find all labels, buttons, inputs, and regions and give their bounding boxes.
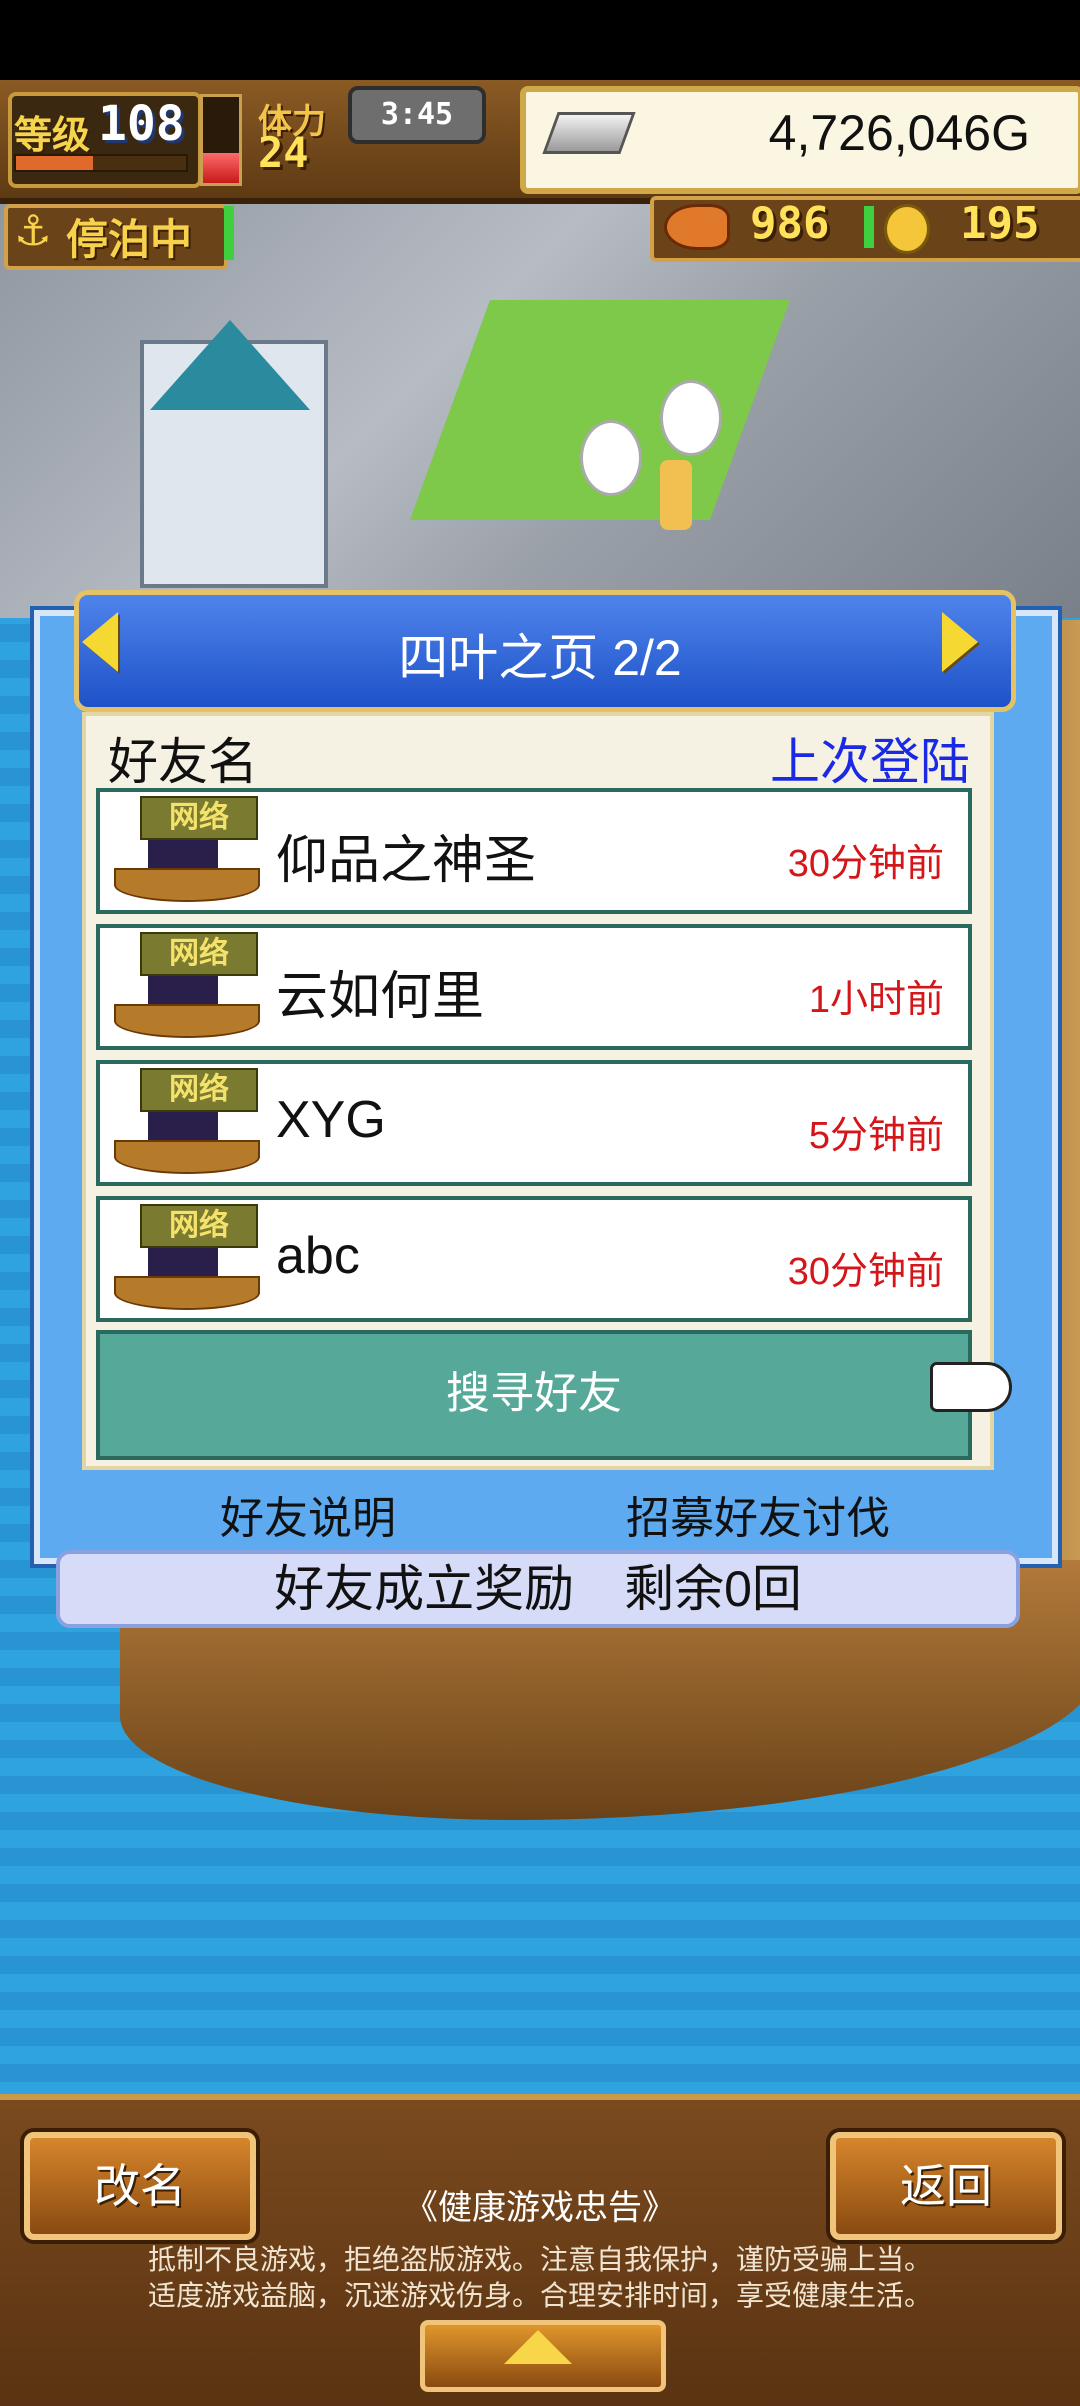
friend-help-button[interactable]: 好友说明: [220, 1482, 396, 1546]
friend-row[interactable]: 网络 abc 30分钟前: [96, 1196, 972, 1322]
gold-amount: 4,726,046G: [768, 105, 1030, 161]
prev-page-arrow-icon[interactable]: [82, 612, 118, 672]
exp-bar-fill: [16, 156, 93, 170]
stamina-value: 24: [258, 128, 309, 177]
friend-row[interactable]: 网络 云如何里 1小时前: [96, 924, 972, 1050]
search-friends-button[interactable]: 搜寻好友: [96, 1330, 972, 1460]
coin-icon: [884, 204, 930, 254]
network-badge: 网络: [140, 796, 258, 840]
stamina-gauge: [200, 94, 242, 186]
friend-reward-bar: 好友成立奖励 剩余0回: [56, 1550, 1020, 1628]
ship-body: [114, 1276, 260, 1310]
timer-display: 3:45: [348, 86, 486, 144]
last-login-time: 30分钟前: [787, 1251, 944, 1293]
health-notice-line: 抵制不良游戏，拒绝盗版游戏。注意自我保护，谨防受骗上当。: [147, 2244, 932, 2275]
last-login-time: 1小时前: [808, 979, 944, 1021]
pointing-hand-icon: [930, 1362, 1012, 1412]
friend-name: 云如何里: [276, 968, 485, 1026]
character-sprite: [660, 460, 692, 530]
last-login-time: 30分钟前: [787, 843, 944, 885]
level-value: 108: [98, 96, 185, 152]
health-notice-line: 适度游戏益脑，沉迷游戏伤身。合理安排时间，享受健康生活。: [147, 2280, 932, 2311]
health-notice-title: 《健康游戏忠告》: [404, 2189, 676, 2227]
fish-icon: [664, 204, 730, 250]
chevron-up-icon: [504, 2330, 572, 2364]
egg-sprite: [660, 380, 722, 456]
last-login-time: 5分钟前: [808, 1115, 944, 1157]
dialog-title: 四叶之页 2/2: [398, 630, 682, 686]
ship-avatar-icon: 网络: [110, 1066, 260, 1180]
coin-count: 195: [960, 198, 1040, 249]
column-header-name: 好友名: [108, 734, 258, 790]
fish-count: 986: [750, 198, 830, 249]
friend-row[interactable]: 网络 XYG 5分钟前: [96, 1060, 972, 1186]
egg-sprite: [580, 420, 642, 496]
stamina-gauge-fill: [203, 152, 239, 183]
ship-avatar-icon: 网络: [110, 1202, 260, 1316]
ship-body: [114, 1004, 260, 1038]
friend-name: 仰品之神圣: [276, 832, 537, 890]
column-header-last-login: 上次登陆: [770, 734, 970, 790]
ship-body: [114, 868, 260, 902]
ship-body: [114, 1140, 260, 1174]
tower-roof: [150, 320, 310, 410]
network-badge: 网络: [140, 1204, 258, 1248]
resource-divider: [864, 206, 874, 248]
level-label: 等级: [14, 113, 91, 157]
network-badge: 网络: [140, 1068, 258, 1112]
ship-avatar-icon: 网络: [110, 930, 260, 1044]
phone-status-bar: [0, 0, 1080, 80]
network-badge: 网络: [140, 932, 258, 976]
ship-avatar-icon: 网络: [110, 794, 260, 908]
status-indicator: [224, 206, 234, 260]
friend-name: XYG: [276, 1091, 386, 1149]
recruit-friends-button[interactable]: 招募好友讨伐: [626, 1482, 890, 1546]
friend-row[interactable]: 网络 仰品之神圣 30分钟前: [96, 788, 972, 914]
next-page-arrow-icon[interactable]: [942, 612, 978, 672]
silver-bar-icon: [542, 112, 636, 154]
docked-status-text: 停泊中: [66, 215, 193, 264]
anchor-icon: ⚓: [14, 206, 52, 255]
friend-name: abc: [276, 1227, 360, 1285]
